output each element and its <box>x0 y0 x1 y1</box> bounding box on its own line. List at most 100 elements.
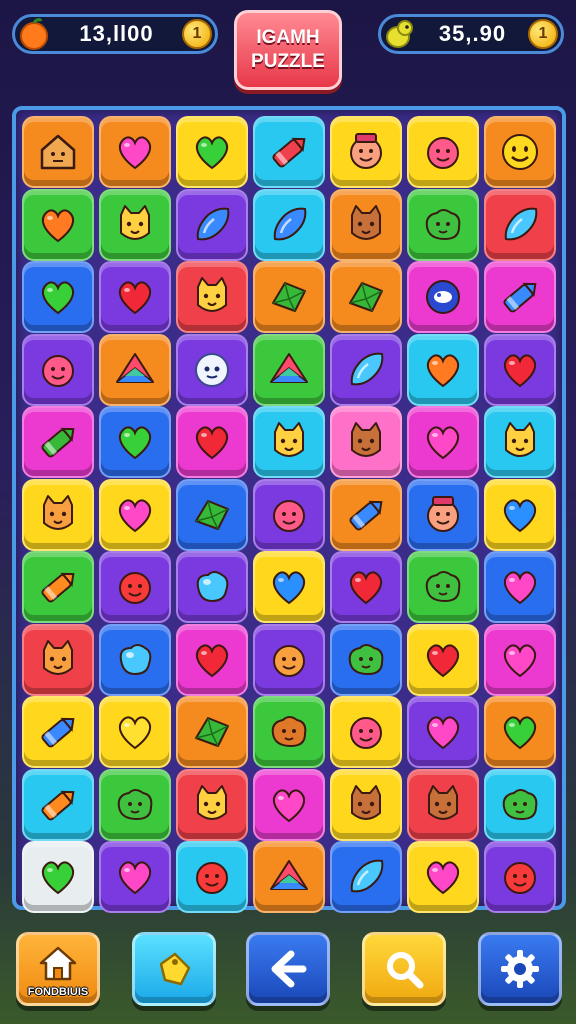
tile[interactable] <box>176 768 248 841</box>
tile[interactable] <box>99 768 171 841</box>
tile[interactable] <box>330 333 402 406</box>
tile[interactable] <box>99 551 171 623</box>
tile[interactable] <box>330 116 402 188</box>
tile[interactable] <box>99 478 171 551</box>
tile[interactable] <box>484 116 556 188</box>
tile[interactable] <box>22 696 94 768</box>
cat-icon <box>505 422 535 457</box>
tile[interactable] <box>484 478 556 551</box>
cat-icon <box>428 784 458 820</box>
tile[interactable] <box>99 841 171 913</box>
tile[interactable] <box>330 406 402 478</box>
score-pill: 13,ll00 1 <box>12 14 218 54</box>
gem-icon <box>195 499 229 530</box>
tile[interactable] <box>22 768 94 841</box>
tile[interactable] <box>253 841 325 913</box>
tile[interactable] <box>99 188 171 261</box>
tile[interactable] <box>484 768 556 841</box>
tile[interactable] <box>176 696 248 768</box>
tile[interactable] <box>407 623 479 696</box>
tile[interactable] <box>253 768 325 841</box>
tile[interactable] <box>407 116 479 188</box>
hint-button[interactable] <box>132 932 216 1006</box>
face-icon <box>273 644 305 677</box>
tile[interactable] <box>99 116 171 188</box>
tile[interactable] <box>407 333 479 406</box>
tile[interactable] <box>22 406 94 478</box>
tile[interactable] <box>484 623 556 696</box>
tile[interactable] <box>253 261 325 333</box>
tile[interactable] <box>253 551 325 623</box>
tile[interactable] <box>99 261 171 333</box>
tile[interactable] <box>330 478 402 551</box>
tile[interactable] <box>176 406 248 478</box>
tile[interactable] <box>330 623 402 696</box>
drop-icon <box>196 207 230 240</box>
tile[interactable] <box>22 478 94 551</box>
cat-icon <box>351 784 381 820</box>
tile[interactable] <box>176 478 248 551</box>
tile[interactable] <box>99 333 171 406</box>
heart-icon <box>272 788 306 822</box>
tile[interactable] <box>330 551 402 623</box>
tile[interactable] <box>22 841 94 913</box>
tile[interactable] <box>176 188 248 261</box>
tile[interactable] <box>99 406 171 478</box>
tile[interactable] <box>253 623 325 696</box>
tile[interactable] <box>99 696 171 768</box>
search-button[interactable] <box>362 932 446 1006</box>
tile[interactable] <box>253 478 325 551</box>
bubble-icon <box>426 280 460 314</box>
tile[interactable] <box>330 768 402 841</box>
home-button[interactable]: FONDBIUIS <box>16 932 100 1006</box>
tile[interactable] <box>484 333 556 406</box>
tile[interactable] <box>407 696 479 768</box>
tile[interactable] <box>484 188 556 261</box>
heart-icon <box>118 136 152 170</box>
tile[interactable] <box>22 261 94 333</box>
tile[interactable] <box>176 841 248 913</box>
tag-icon <box>159 952 191 986</box>
tile[interactable] <box>176 623 248 696</box>
tile[interactable] <box>253 333 325 406</box>
tile[interactable] <box>176 116 248 188</box>
tile[interactable] <box>176 333 248 406</box>
tile[interactable] <box>484 261 556 333</box>
tile[interactable] <box>330 841 402 913</box>
tile[interactable] <box>253 116 325 188</box>
tile[interactable] <box>484 406 556 478</box>
back-button[interactable] <box>246 932 330 1006</box>
tile[interactable] <box>253 188 325 261</box>
tile[interactable] <box>22 188 94 261</box>
bubble-icon <box>119 643 152 675</box>
tile[interactable] <box>330 696 402 768</box>
tile[interactable] <box>330 261 402 333</box>
tile[interactable] <box>407 768 479 841</box>
tile[interactable] <box>22 116 94 188</box>
tile[interactable] <box>407 478 479 551</box>
game-title: IGAMH PUZZLE <box>234 10 342 90</box>
tile[interactable] <box>407 188 479 261</box>
face-icon <box>273 499 305 532</box>
cat-icon <box>43 494 73 530</box>
tile[interactable] <box>484 696 556 768</box>
tile[interactable] <box>407 261 479 333</box>
tile[interactable] <box>330 188 402 261</box>
tile[interactable] <box>407 406 479 478</box>
tile[interactable] <box>253 696 325 768</box>
tile[interactable] <box>176 551 248 623</box>
tile[interactable] <box>22 333 94 406</box>
crayon-icon <box>349 500 383 530</box>
tile[interactable] <box>253 406 325 478</box>
tile[interactable] <box>99 623 171 696</box>
tile[interactable] <box>484 551 556 623</box>
tile[interactable] <box>407 551 479 623</box>
drop-icon <box>350 352 384 385</box>
tile[interactable] <box>22 623 94 696</box>
settings-button[interactable] <box>478 932 562 1006</box>
arrow-left-icon <box>271 950 307 988</box>
tile[interactable] <box>22 551 94 623</box>
tile[interactable] <box>484 841 556 913</box>
tile[interactable] <box>176 261 248 333</box>
tile[interactable] <box>407 841 479 913</box>
